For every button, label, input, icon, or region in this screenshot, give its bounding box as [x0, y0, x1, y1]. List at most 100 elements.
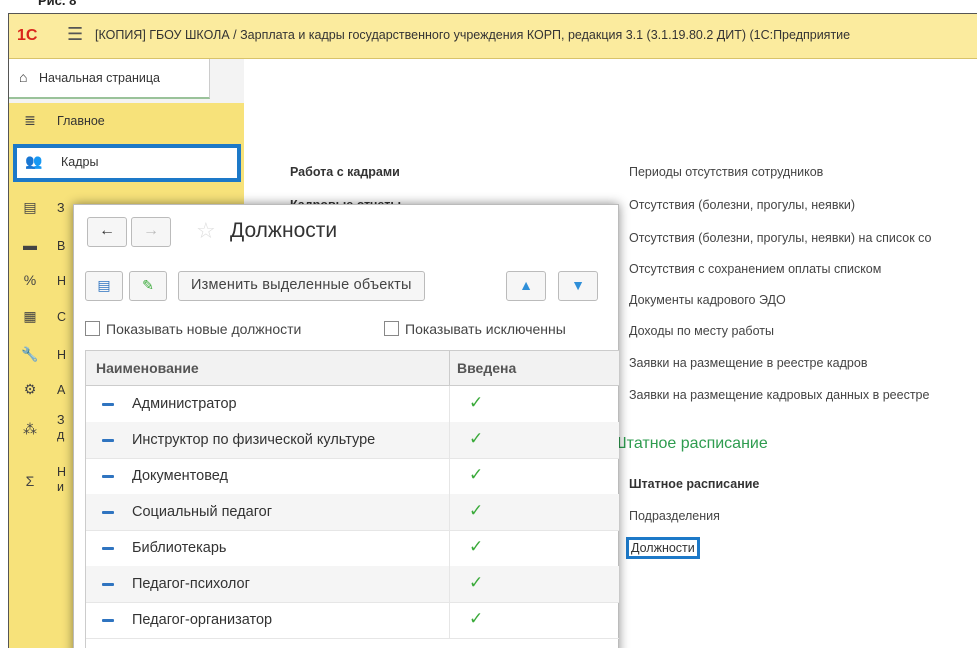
- table-row[interactable]: Социальный педагог ✓: [86, 494, 619, 531]
- row-name: Педагог-психолог: [132, 576, 250, 592]
- sidebar-item-main[interactable]: ≣ Главное: [9, 103, 244, 139]
- table-row[interactable]: Педагог-организатор ✓: [86, 602, 619, 639]
- title-bar: 1С ☰ [КОПИЯ] ГБОУ ШКОЛА / Зарплата и кад…: [9, 14, 977, 59]
- window-title: [КОПИЯ] ГБОУ ШКОЛА / Зарплата и кадры го…: [95, 28, 851, 42]
- move-down-button[interactable]: ▼: [558, 271, 598, 301]
- edit-button[interactable]: ✎: [129, 271, 167, 301]
- link-registry-data-requests[interactable]: Заявки на размещение кадровых данных в р…: [629, 388, 929, 402]
- table-header: Наименование Введена: [86, 351, 619, 386]
- link-absences[interactable]: Отсутствия (болезни, прогулы, неявки): [629, 198, 855, 212]
- table-row[interactable]: Администратор ✓: [86, 386, 619, 423]
- tab-row: ⌂ Начальная страница: [9, 59, 244, 103]
- link-departments[interactable]: Подразделения: [629, 509, 720, 523]
- sidebar-item-label: Главное: [57, 114, 105, 128]
- app-window: 1С ☰ [КОПИЯ] ГБОУ ШКОЛА / Зарплата и кад…: [8, 13, 977, 648]
- list-icon: ≣: [24, 112, 36, 128]
- sidebar-item-label: Кадры: [61, 155, 99, 169]
- item-dash-icon: [102, 511, 114, 514]
- checkbox-box[interactable]: [384, 321, 399, 336]
- item-dash-icon: [102, 439, 114, 442]
- home-icon: ⌂: [19, 69, 28, 85]
- sidebar-item-label: Н и: [57, 465, 67, 494]
- column-divider: [449, 566, 450, 602]
- dialog-title: Должности: [230, 219, 338, 242]
- checkmark-icon: ✓: [469, 609, 484, 628]
- link-rabota-s-kadrami[interactable]: Работа с кадрами: [290, 165, 400, 179]
- list-icon: ▤: [97, 277, 111, 293]
- sidebar-item-label: Н: [57, 274, 67, 288]
- row-name: Администратор: [132, 396, 237, 412]
- link-absences-list[interactable]: Отсутствия (болезни, прогулы, неявки) на…: [629, 231, 932, 245]
- back-button[interactable]: ←: [87, 217, 127, 247]
- checkmark-icon: ✓: [469, 573, 484, 592]
- sidebar-item-label: С: [57, 310, 67, 324]
- figure-caption: Рис. 8: [38, 0, 77, 8]
- item-dash-icon: [102, 403, 114, 406]
- gear-icon: ⚙: [23, 381, 37, 397]
- table-row[interactable]: Педагог-психолог ✓: [86, 566, 619, 603]
- app-logo: 1С: [17, 27, 38, 44]
- tab-home[interactable]: ⌂ Начальная страница: [9, 59, 210, 99]
- column-divider: [449, 494, 450, 530]
- sidebar-item-label: З д: [57, 413, 65, 442]
- arrow-right-icon: →: [143, 222, 159, 239]
- link-registry-requests[interactable]: Заявки на размещение в реестре кадров: [629, 356, 867, 370]
- star-icon[interactable]: ☆: [196, 218, 216, 244]
- table-row[interactable]: Документовед ✓: [86, 458, 619, 495]
- checkmark-icon: ✓: [469, 465, 484, 484]
- tab-home-label: Начальная страница: [39, 71, 160, 85]
- percent-icon: %: [23, 272, 37, 288]
- edit-icon: ✎: [142, 277, 154, 293]
- item-dash-icon: [102, 547, 114, 550]
- row-name: Документовед: [132, 468, 228, 484]
- row-name: Педагог-организатор: [132, 612, 273, 628]
- link-periods-absence[interactable]: Периоды отсутствия сотрудников: [629, 165, 823, 179]
- item-dash-icon: [102, 583, 114, 586]
- item-dash-icon: [102, 619, 114, 622]
- column-divider: [449, 351, 450, 385]
- structure-icon: ⁂: [23, 421, 37, 437]
- checkmark-icon: ✓: [469, 537, 484, 556]
- column-divider: [449, 386, 450, 422]
- column-header-name[interactable]: Наименование: [96, 360, 199, 376]
- row-name: Инструктор по физической культуре: [132, 432, 376, 448]
- sidebar-item-label: А: [57, 383, 66, 397]
- link-income[interactable]: Доходы по месту работы: [629, 324, 774, 338]
- link-absences-paid[interactable]: Отсутствия с сохранением оплаты списком: [629, 262, 881, 276]
- checkmark-icon: ✓: [469, 429, 484, 448]
- table-row[interactable]: Инструктор по физической культуре ✓: [86, 422, 619, 459]
- sidebar-item-label: В: [57, 239, 66, 253]
- item-dash-icon: [102, 475, 114, 478]
- checkmark-icon: ✓: [469, 501, 484, 520]
- column-divider: [449, 422, 450, 458]
- list-view-button[interactable]: ▤: [85, 271, 123, 301]
- sidebar-item-kadry[interactable]: 👥 Кадры: [13, 144, 241, 182]
- hamburger-menu-icon[interactable]: ☰: [67, 24, 83, 45]
- row-name: Социальный педагог: [132, 504, 273, 520]
- wrench-icon: 🔧: [21, 346, 39, 362]
- table-row[interactable]: Библиотекарь ✓: [86, 530, 619, 567]
- sidebar-item-label: З: [57, 201, 65, 215]
- column-header-entered[interactable]: Введена: [457, 360, 516, 376]
- checkbox-label: Показывать новые должности: [106, 321, 302, 337]
- section-title: Штатное расписание: [612, 435, 768, 452]
- column-divider: [449, 458, 450, 494]
- card-icon: ▬: [23, 237, 37, 253]
- link-positions[interactable]: Должности: [626, 537, 700, 559]
- move-up-button[interactable]: ▲: [506, 271, 546, 301]
- people-icon: 👥: [25, 153, 43, 169]
- forward-button[interactable]: →: [131, 217, 171, 247]
- row-name: Библиотекарь: [132, 540, 227, 556]
- show-excluded-checkbox[interactable]: Показывать исключенны: [384, 321, 566, 337]
- checkmark-icon: ✓: [469, 393, 484, 412]
- column-divider: [449, 530, 450, 566]
- show-new-checkbox[interactable]: Показывать новые должности: [85, 321, 301, 337]
- checkbox-box[interactable]: [85, 321, 100, 336]
- link-staff-schedule[interactable]: Штатное расписание: [629, 477, 759, 491]
- calculator-icon: ▤: [23, 199, 37, 215]
- arrow-left-icon: ←: [99, 222, 115, 239]
- link-hr-edo[interactable]: Документы кадрового ЭДО: [629, 293, 786, 307]
- sidebar-item-label: Н: [57, 348, 67, 362]
- positions-table: Наименование Введена Администратор ✓ Инс…: [85, 350, 619, 648]
- change-selected-button[interactable]: Изменить выделенные объекты: [178, 271, 425, 301]
